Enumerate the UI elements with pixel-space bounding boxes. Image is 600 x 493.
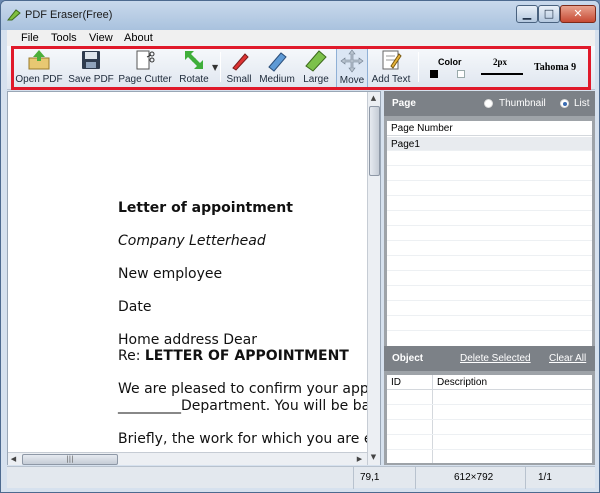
- object-panel-header: Object Delete Selected Clear All: [384, 346, 595, 371]
- horizontal-scroll-thumb[interactable]: |||: [22, 454, 118, 465]
- save-pdf-button[interactable]: Save PDF: [67, 48, 115, 88]
- eraser-app-icon: [7, 9, 21, 21]
- list-radio-label[interactable]: List: [574, 98, 590, 109]
- move-button[interactable]: Move: [336, 48, 368, 88]
- minimize-button[interactable]: ▁: [516, 5, 538, 23]
- doc-line: Company Letterhead: [118, 233, 266, 249]
- delete-selected-link[interactable]: Delete Selected: [460, 353, 531, 364]
- page-name: Page1: [391, 139, 420, 150]
- large-eraser-button[interactable]: Large: [300, 48, 332, 88]
- move-cross-icon: [340, 49, 364, 73]
- empty-row: [387, 421, 592, 435]
- side-panel: Page Thumbnail List Page Number Page1 Ob…: [384, 91, 595, 465]
- empty-row: [387, 242, 592, 256]
- scroll-right-icon[interactable]: ▶: [354, 453, 365, 465]
- empty-row: [387, 182, 592, 196]
- rotate-dropdown-icon[interactable]: ▼: [212, 63, 218, 72]
- line-width-label: 2px: [493, 57, 508, 67]
- page-cutter-button[interactable]: Page Cutter: [118, 48, 172, 88]
- open-pdf-button[interactable]: Open PDF: [15, 48, 63, 88]
- empty-row: [387, 272, 592, 286]
- page-list-header: Page Number: [387, 121, 592, 136]
- medium-eraser-button[interactable]: Medium: [257, 48, 297, 88]
- close-button[interactable]: ✕: [560, 5, 596, 23]
- menu-view[interactable]: View: [89, 32, 113, 44]
- toolbar-separator: [220, 52, 221, 82]
- title-bar[interactable]: PDF Eraser(Free) ▁ □ ✕: [1, 1, 599, 30]
- rotate-button[interactable]: Rotate: [176, 48, 212, 88]
- doc-line: New employee: [118, 266, 223, 282]
- folder-open-icon: [28, 50, 50, 70]
- color-label: Color: [438, 57, 462, 67]
- empty-row: [387, 406, 592, 420]
- status-page-count: 1/1: [525, 467, 595, 489]
- vertical-scrollbar[interactable]: ▲ ▼: [367, 92, 380, 465]
- page-panel-title: Page: [392, 98, 416, 109]
- doc-line: Home address Dear: [118, 332, 257, 348]
- status-coordinates: 79,1: [353, 467, 415, 489]
- thumbnail-radio[interactable]: [484, 99, 493, 108]
- doc-line: Briefly, the work for which you are emp: [118, 431, 381, 447]
- doc-line: _________Department. You will be bas: [118, 398, 378, 414]
- doc-line: We are pleased to confirm your appoi: [118, 381, 381, 397]
- empty-row: [387, 287, 592, 301]
- menu-file[interactable]: File: [21, 32, 39, 44]
- color-picker[interactable]: Color: [426, 53, 474, 83]
- doc-line: Date: [118, 299, 152, 315]
- empty-row: [387, 197, 592, 211]
- app-window: PDF Eraser(Free) ▁ □ ✕ File Tools View A…: [0, 0, 600, 493]
- empty-row: [387, 167, 592, 181]
- list-radio[interactable]: [560, 99, 569, 108]
- rotate-arrows-icon: [185, 51, 203, 69]
- scroll-up-icon[interactable]: ▲: [368, 92, 379, 104]
- clear-all-link[interactable]: Clear All: [549, 353, 586, 364]
- scroll-left-icon[interactable]: ◀: [8, 453, 19, 465]
- empty-row: [387, 436, 592, 450]
- menu-bar: File Tools View About: [7, 30, 595, 46]
- secondary-color-swatch[interactable]: [457, 70, 465, 78]
- document-view[interactable]: Letter of appointment Company Letterhead…: [7, 91, 381, 465]
- medium-eraser-icon: [268, 52, 287, 72]
- object-list-header: ID Description: [387, 375, 592, 390]
- status-bar: 79,1 612×792 1/1: [7, 466, 595, 489]
- page-panel-header: Page Thumbnail List: [384, 91, 595, 116]
- primary-color-swatch[interactable]: [430, 70, 438, 78]
- scroll-down-icon[interactable]: ▼: [368, 451, 379, 463]
- menu-tools[interactable]: Tools: [51, 32, 77, 44]
- doc-line: Re: LETTER OF APPOINTMENT: [118, 348, 349, 364]
- toolbar-separator: [418, 52, 419, 82]
- vertical-scroll-thumb[interactable]: [369, 106, 380, 176]
- add-text-button[interactable]: Add Text: [370, 48, 412, 88]
- small-eraser-button[interactable]: Small: [224, 48, 254, 88]
- horizontal-scrollbar[interactable]: ◀ ||| ▶: [8, 452, 367, 465]
- line-width-picker[interactable]: 2px: [479, 53, 525, 83]
- object-panel-title: Object: [392, 353, 424, 364]
- menu-about[interactable]: About: [124, 32, 153, 44]
- description-column[interactable]: Description: [437, 377, 487, 388]
- font-picker[interactable]: Tahoma 9: [534, 62, 576, 73]
- object-list: ID Description: [387, 375, 592, 463]
- add-text-icon: [382, 50, 402, 70]
- page-list: Page Number Page1: [387, 121, 592, 346]
- large-eraser-icon: [305, 50, 327, 72]
- empty-row: [387, 257, 592, 271]
- scissors-page-icon: [136, 50, 155, 70]
- status-page-size: 612×792: [415, 467, 525, 489]
- maximize-button[interactable]: □: [538, 5, 560, 23]
- empty-row: [387, 212, 592, 226]
- empty-row: [387, 302, 592, 316]
- doc-heading: Letter of appointment: [118, 200, 293, 216]
- line-width-preview: [481, 73, 523, 75]
- thumbnail-radio-label[interactable]: Thumbnail: [499, 98, 546, 109]
- empty-row: [387, 227, 592, 241]
- id-column[interactable]: ID: [391, 377, 401, 388]
- small-eraser-icon: [232, 53, 249, 71]
- page-number-column[interactable]: Page Number: [391, 123, 453, 134]
- empty-row: [387, 391, 592, 405]
- empty-row: [387, 152, 592, 166]
- window-title: PDF Eraser(Free): [25, 9, 113, 21]
- empty-row: [387, 317, 592, 331]
- floppy-disk-icon: [82, 51, 100, 69]
- page-list-item[interactable]: Page1: [387, 137, 592, 151]
